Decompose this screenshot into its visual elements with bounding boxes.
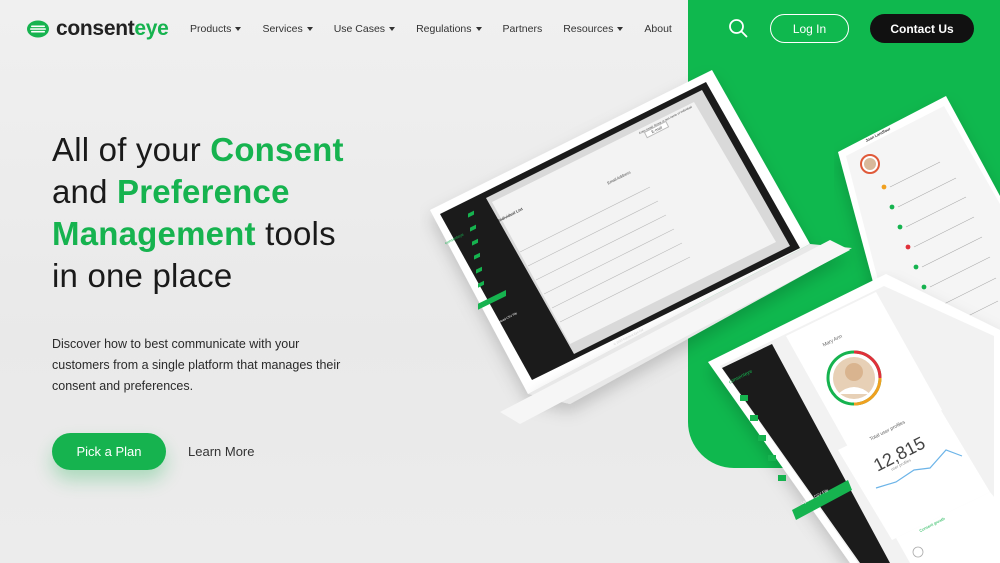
nav-item-products[interactable]: Products	[190, 23, 242, 35]
nav-item-resources[interactable]: Resources	[563, 23, 624, 35]
nav-item-label: Regulations	[416, 23, 472, 35]
headline-text: tools	[255, 215, 336, 252]
headline-text: and	[52, 173, 118, 210]
contact-us-button[interactable]: Contact Us	[870, 14, 974, 43]
nav-item-label: Products	[190, 23, 232, 35]
headline-highlight: Management	[52, 215, 256, 252]
chevron-down-icon	[389, 27, 396, 31]
chevron-down-icon	[617, 27, 624, 31]
headline-text: in one place	[52, 257, 233, 294]
nav-item-label: Services	[262, 23, 303, 35]
login-button[interactable]: Log In	[770, 14, 849, 43]
nav-item-label: Use Cases	[333, 23, 386, 35]
logo-text-part1: consent	[56, 17, 135, 40]
learn-more-link[interactable]: Learn More	[188, 444, 254, 459]
main-nav: Products Services Use Cases Regulations …	[190, 23, 672, 35]
nav-item-label: Resources	[563, 23, 614, 35]
headline-text: All of your	[52, 131, 211, 168]
chevron-down-icon	[475, 27, 482, 31]
hero-subtext: Discover how to best communicate with yo…	[52, 337, 341, 393]
logo-text: consenteye	[56, 17, 169, 41]
tablet-mockup	[708, 274, 1000, 563]
headline-highlight: Preference	[117, 173, 290, 210]
pick-a-plan-button[interactable]: Pick a Plan	[52, 433, 166, 470]
nav-item-label: Partners	[502, 23, 543, 35]
headline-highlight: Consent	[210, 131, 344, 168]
chevron-down-icon	[235, 27, 242, 31]
nav-item-regulations[interactable]: Regulations	[416, 23, 482, 35]
nav-item-partners[interactable]: Partners	[503, 23, 543, 35]
hero-headline: All of your Consent and Preference Manag…	[52, 129, 382, 297]
search-icon[interactable]	[728, 18, 748, 38]
eye-logo-icon	[27, 20, 49, 38]
nav-item-use-cases[interactable]: Use Cases	[333, 23, 396, 35]
logo-text-part2: eye	[134, 17, 169, 40]
nav-item-about[interactable]: About	[644, 23, 671, 35]
logo[interactable]: consenteye	[26, 17, 169, 41]
chevron-down-icon	[306, 27, 313, 31]
nav-item-services[interactable]: Services	[262, 23, 313, 35]
nav-item-label: About	[644, 23, 672, 35]
